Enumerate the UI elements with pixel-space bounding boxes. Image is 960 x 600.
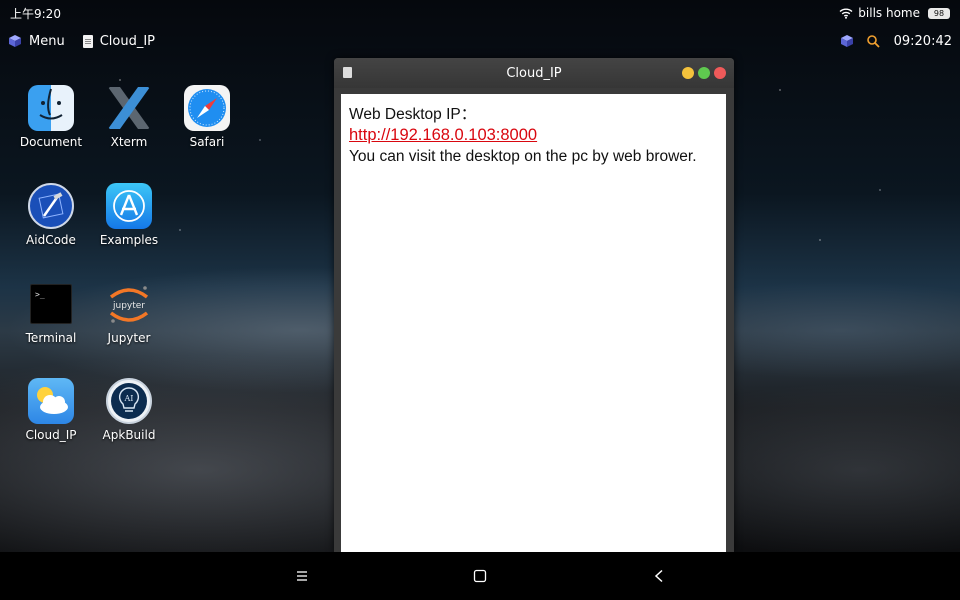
back-chevron-icon [654, 569, 663, 583]
visit-desktop-message: You can visit the desktop on the pc by w… [349, 148, 697, 165]
desktop-icon-cloud-ip[interactable]: Cloud_IP [11, 378, 91, 442]
taskbar: Menu Cloud_IP 09:20:42 [0, 28, 960, 54]
window-document-icon [343, 67, 352, 78]
home-square-icon [473, 569, 487, 583]
web-desktop-ip-heading: Web Desktop IP： [349, 106, 477, 123]
app-store-icon [106, 183, 152, 229]
document-icon [82, 34, 93, 48]
desktop-icon-jupyter[interactable]: jupyter Jupyter [89, 281, 169, 345]
back-nav-button[interactable] [647, 564, 671, 588]
window-content: Web Desktop IP： http://192.168.0.103:800… [341, 94, 726, 552]
ai-bulb-icon: AI [106, 378, 152, 424]
window-titlebar[interactable]: Cloud_IP [334, 58, 734, 88]
desktop-icon-label: AidCode [26, 233, 76, 247]
desktop-icon-examples[interactable]: Examples [89, 183, 169, 247]
aidcode-xcode-icon [28, 183, 74, 229]
weather-cloud-icon [28, 378, 74, 424]
taskbar-app-cloud-ip[interactable]: Cloud_IP [82, 33, 156, 49]
taskbar-app-label: Cloud_IP [99, 33, 156, 49]
svg-text:>_: >_ [35, 290, 45, 299]
home-nav-button[interactable] [468, 564, 492, 588]
desktop-icon-safari[interactable]: Safari [167, 85, 247, 149]
cube-icon [9, 35, 21, 47]
desktop-icon-label: Cloud_IP [25, 428, 77, 442]
close-button[interactable] [714, 67, 726, 79]
terminal-icon: >_ [30, 284, 72, 324]
desktop-icon-xterm[interactable]: Xterm [89, 85, 169, 149]
wifi-icon [839, 8, 853, 19]
desktop-icon-document[interactable]: Document [11, 85, 91, 149]
hamburger-icon [297, 571, 307, 581]
menu-label: Menu [29, 33, 65, 49]
jupyter-icon: jupyter [106, 281, 152, 327]
navigation-bar [0, 552, 960, 600]
status-bar: 上午9:20 bills home 98 [0, 0, 960, 26]
taskbar-clock: 09:20:42 [893, 33, 952, 49]
desktop-icon-label: Xterm [110, 135, 148, 149]
xterm-x-icon [106, 85, 152, 131]
desktop-icon-terminal[interactable]: >_ Terminal [11, 281, 91, 345]
cube-tray-icon[interactable] [840, 34, 854, 48]
menu-nav-button[interactable] [290, 564, 314, 588]
window-controls [682, 67, 726, 79]
desktop-icon-label: Document [19, 135, 83, 149]
desktop-icon-label: Jupyter [107, 331, 151, 345]
desktop-icon-apkbuild[interactable]: AI ApkBuild [89, 378, 169, 442]
desktop-icon-label: Terminal [25, 331, 77, 345]
web-desktop-ip-link[interactable]: http://192.168.0.103:8000 [349, 126, 537, 144]
desktop-icon-label: Safari [189, 135, 225, 149]
finder-face-icon [28, 85, 74, 131]
safari-compass-icon [184, 85, 230, 131]
battery-indicator: 98 [928, 7, 950, 19]
desktop-icon-label: Examples [99, 233, 159, 247]
desktop-icon-label: ApkBuild [102, 428, 156, 442]
cloud-ip-window: Cloud_IP Web Desktop IP： http://192.168.… [334, 58, 734, 552]
taskbar-right: 09:20:42 [840, 34, 952, 49]
minimize-button[interactable] [682, 67, 694, 79]
menu-button[interactable]: Menu [8, 34, 65, 49]
taskbar-left: Menu Cloud_IP [8, 34, 173, 49]
status-time: 上午9:20 [10, 6, 61, 21]
window-title: Cloud_IP [506, 65, 562, 81]
search-icon[interactable] [866, 34, 880, 48]
svg-text:AI: AI [124, 394, 134, 403]
svg-text:jupyter: jupyter [112, 301, 145, 311]
maximize-button[interactable] [698, 67, 710, 79]
status-right: bills home 98 [839, 6, 950, 20]
wifi-network-name: bills home [858, 6, 920, 20]
desktop-icon-aidcode[interactable]: AidCode [11, 183, 91, 247]
